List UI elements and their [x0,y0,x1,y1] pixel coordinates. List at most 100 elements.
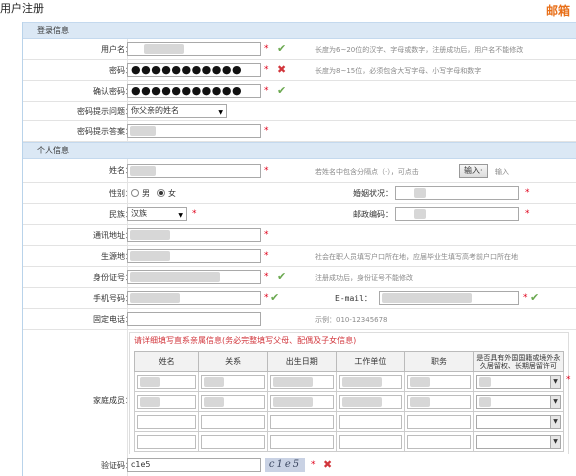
required-star: * [264,65,269,75]
name-input[interactable] [127,164,261,178]
captcha-label: 验证码： [101,460,133,470]
address-input[interactable] [127,228,261,242]
table-row: ▼ [133,431,565,452]
required-star: * [264,293,269,303]
required-star: * [264,126,269,136]
row-family: 家庭成员： 请详细填写直系亲属信息(务必完整填写父母、配偶及子女信息) 姓名 关… [23,330,576,472]
chevron-down-icon: ▼ [218,109,223,116]
id-number-hint: 注册成功后，身份证号不能修改 [315,274,413,282]
question-label: 密码提示问题： [77,106,133,116]
family-relation-input[interactable] [201,434,265,449]
name-hint-tail: 输入 [495,168,509,176]
gender-male-radio[interactable] [131,189,139,197]
family-relation-input[interactable] [201,414,265,429]
row-origin: 生源地： * 社会在职人员填写户口所在地，应届毕业生填写高考前户口所在地 [23,246,576,267]
family-relation-input[interactable] [201,394,265,409]
question-select[interactable]: 你父亲的姓名 ▼ [127,104,227,118]
chevron-down-icon: ▼ [550,395,560,408]
confirm-password-input[interactable]: ●●●●●●●●●●● [127,84,261,98]
phone-hint: 示例：010-12345678 [315,316,388,324]
section-header-login: 登录信息 [23,22,576,39]
registration-form: 登录信息 用户名： * ✔ 长度为6~20位的汉字、字母或数字，注册成功后，用户… [22,22,576,476]
email-input[interactable] [379,291,519,305]
family-birthdate-input[interactable] [269,414,334,429]
ethnicity-select[interactable]: 汉族 ▼ [127,207,187,221]
check-icon: ✔ [277,42,287,55]
family-residency-select[interactable]: ▼ [475,394,561,409]
row-confirm-password: 确认密码： ●●●●●●●●●●● * ✔ [23,81,576,102]
row-name: 姓名： * 若姓名中包含分隔点（·），可点击 输入· 输入 [23,159,576,183]
family-relation-input[interactable] [201,374,265,389]
username-hint: 长度为6~20位的汉字、字母或数字，注册成功后，用户名不能修改 [315,46,524,54]
required-star: * [566,375,571,385]
family-birthdate-input[interactable] [269,434,334,449]
col-relation: 关系 [198,351,268,372]
family-name-input[interactable] [137,394,197,409]
family-birthdate-input[interactable] [269,374,334,389]
family-residency-select[interactable]: ▼ [475,374,561,389]
postcode-input[interactable] [395,207,519,221]
family-table-header: 姓名 关系 出生日期 工作单位 职务 是否具有外国国籍或境外永久居留权、长期居留… [133,351,565,372]
table-row: ▼ [133,411,565,432]
username-input[interactable] [127,42,261,56]
family-position-input[interactable] [407,434,471,449]
family-employer-input[interactable] [338,374,403,389]
section-header-personal: 个人信息 [23,142,576,159]
required-star: * [264,86,269,96]
check-icon: ✔ [530,291,540,304]
gender-female-label: 女 [168,189,176,198]
cross-icon: ✖ [277,63,287,76]
family-employer-input[interactable] [338,414,403,429]
required-star: * [264,166,269,176]
gender-female-radio[interactable] [157,189,165,197]
table-row: ▼ [133,371,565,392]
family-position-input[interactable] [407,374,471,389]
mobile-input[interactable] [127,291,261,305]
gender-male-label: 男 [142,189,150,198]
family-residency-select[interactable]: ▼ [475,434,561,449]
required-star: * [523,293,528,303]
ethnicity-label: 民族： [109,209,133,219]
required-star: * [311,460,316,470]
check-icon: ✔ [277,84,287,97]
question-select-value: 你父亲的姓名 [131,106,179,115]
insert-dot-button[interactable]: 输入· [459,164,488,178]
marital-input[interactable] [395,186,519,200]
row-mobile: 手机号码： * ✔ E-mail： * ✔ [23,288,576,309]
family-name-input[interactable] [137,434,197,449]
required-star: * [525,209,530,219]
family-position-input[interactable] [407,394,471,409]
row-captcha: 验证码： c1e5 c1e5 * ✖ [23,454,576,476]
name-hint: 若姓名中包含分隔点（·），可点击 [315,168,419,176]
table-row: ▼ [133,391,565,412]
captcha-image[interactable]: c1e5 [265,458,305,472]
gender-label: 性别： [109,188,133,198]
family-position-input[interactable] [407,414,471,429]
id-number-input[interactable] [127,270,261,284]
chevron-down-icon: ▼ [550,435,560,448]
password-input[interactable]: ●●●●●●●●●●● [127,63,261,77]
family-employer-input[interactable] [338,434,403,449]
family-name-input[interactable] [137,414,197,429]
family-employer-input[interactable] [338,394,403,409]
ethnicity-select-value: 汉族 [131,209,147,218]
captcha-input[interactable]: c1e5 [127,458,261,472]
family-table: 姓名 关系 出生日期 工作单位 职务 是否具有外国国籍或境外永久居留权、长期居留… [133,351,565,452]
mobile-label: 手机号码： [93,293,133,303]
origin-input[interactable] [127,249,261,263]
answer-input[interactable] [127,124,261,138]
address-label: 通讯地址： [93,230,133,240]
chevron-down-icon: ▼ [178,212,183,219]
family-notice: 请详细填写直系亲属信息(务必完整填写父母、配偶及子女信息) [134,336,357,345]
family-panel: 请详细填写直系亲属信息(务必完整填写父母、配偶及子女信息) 姓名 关系 出生日期… [129,332,571,470]
password-hint: 长度为8~15位，必须包含大写字母、小写字母和数字 [315,67,482,75]
family-name-input[interactable] [137,374,197,389]
row-id-number: 身份证号： * ✔ 注册成功后，身份证号不能修改 [23,267,576,288]
family-residency-select[interactable]: ▼ [475,414,561,429]
family-birthdate-input[interactable] [269,394,334,409]
postcode-label: 邮政编码： [353,210,393,219]
phone-input[interactable] [127,312,261,326]
required-star: * [264,230,269,240]
row-answer: 密码提示答案： * [23,121,576,142]
row-username: 用户名： * ✔ 长度为6~20位的汉字、字母或数字，注册成功后，用户名不能修改 [23,39,576,60]
